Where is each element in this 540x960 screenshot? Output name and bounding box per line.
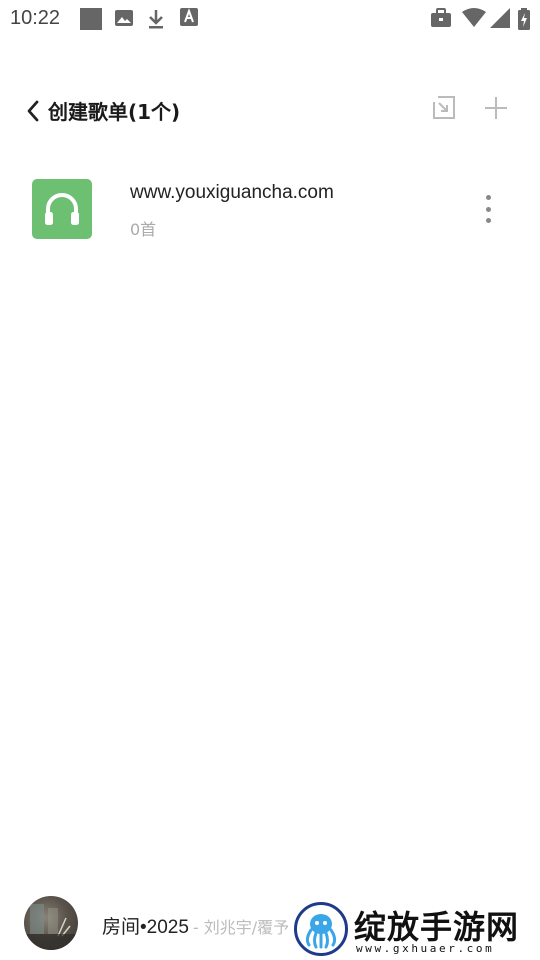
chevron-left-icon — [27, 100, 39, 122]
header-bar: 创建歌单(1个) — [0, 82, 540, 138]
signal-icon — [490, 8, 510, 32]
now-playing-artist: - 刘兆宇/覆予 — [192, 918, 290, 937]
now-playing-info: 房间•2025- 刘兆宇/覆予 — [102, 912, 289, 939]
status-time: 10:22 — [10, 7, 61, 29]
site-watermark: 绽放手游网 www.gxhuaer.com — [292, 900, 538, 958]
more-options-button[interactable] — [474, 192, 502, 226]
image-icon — [114, 8, 134, 32]
square-notification-icon — [80, 8, 102, 30]
briefcase-icon — [430, 8, 452, 32]
watermark-url: www.gxhuaer.com — [356, 942, 495, 955]
plus-icon — [485, 97, 507, 119]
battery-icon — [518, 8, 530, 34]
playlist-row[interactable]: www.youxiguancha.com 0首 — [0, 170, 540, 250]
back-button[interactable] — [18, 96, 48, 126]
now-playing-title: 房间•2025 — [102, 917, 189, 938]
now-playing-cover[interactable] — [24, 896, 78, 950]
playlist-name: www.youxiguancha.com — [130, 182, 334, 203]
import-icon — [433, 96, 455, 119]
add-playlist-button[interactable] — [482, 94, 514, 126]
more-vert-icon — [485, 195, 491, 200]
page-title: 创建歌单(1个) — [48, 100, 181, 124]
wifi-icon — [462, 8, 486, 32]
octopus-logo-icon — [294, 902, 348, 956]
playlist-cover — [32, 179, 92, 239]
a-font-icon — [180, 8, 198, 30]
playlist-song-count: 0首 — [130, 220, 157, 239]
headphones-icon — [45, 193, 79, 225]
import-playlist-button[interactable] — [430, 94, 462, 126]
download-icon — [146, 8, 166, 34]
status-bar: 10:22 — [0, 0, 540, 38]
